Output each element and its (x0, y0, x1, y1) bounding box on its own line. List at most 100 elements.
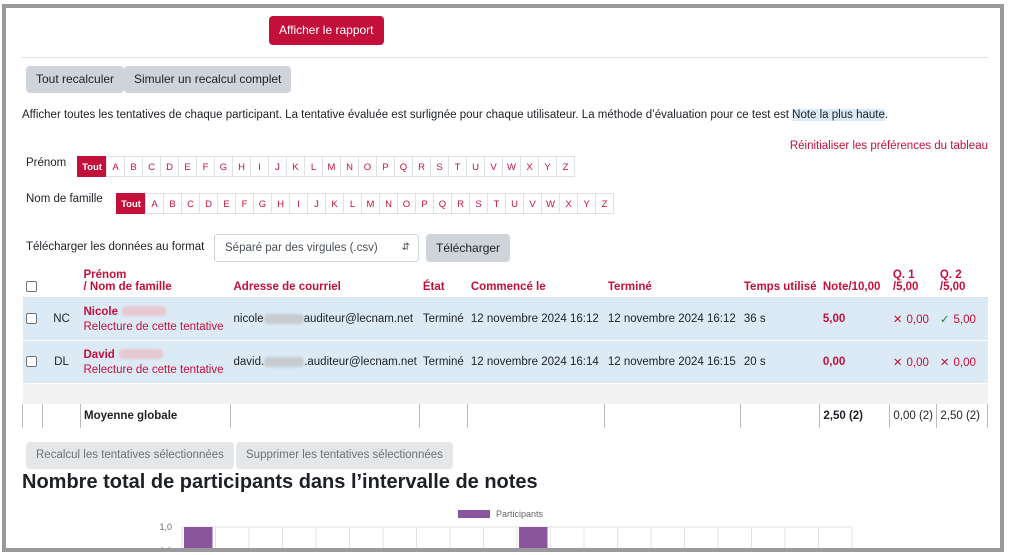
firstname-filter-n[interactable]: N (340, 156, 359, 177)
firstname-filter-h[interactable]: H (232, 156, 251, 177)
q1-cell[interactable]: ✕ 0,00 (889, 340, 937, 384)
grade-cell[interactable]: 5,00 (819, 297, 890, 341)
lastname-filter-k[interactable]: K (325, 193, 344, 214)
firstname-filter-l[interactable]: L (304, 156, 323, 177)
firstname-filter-z[interactable]: Z (556, 156, 575, 177)
time-cell: 36 s (740, 297, 820, 341)
grade-column-header[interactable]: Note/10,00 (819, 267, 890, 298)
firstname-filter-x[interactable]: X (520, 156, 539, 177)
delete-selected-button[interactable]: Supprimer les tentatives sélectionnées (236, 442, 453, 469)
lastname-filter-z[interactable]: Z (595, 193, 614, 214)
lastname-filter-o[interactable]: O (397, 193, 416, 214)
row-checkbox[interactable] (25, 356, 37, 368)
lastname-filter-j[interactable]: J (307, 193, 326, 214)
lastname-filter-f[interactable]: F (235, 193, 254, 214)
lastname-filter-c[interactable]: C (181, 193, 200, 214)
firstname-filter-b[interactable]: B (124, 156, 143, 177)
user-name-link[interactable]: Nicole (84, 306, 119, 318)
firstname-filter-d[interactable]: D (160, 156, 179, 177)
firstname-filter-k[interactable]: K (286, 156, 305, 177)
q1-label[interactable]: Q. 1 (893, 269, 915, 281)
lastname-filter-h[interactable]: H (271, 193, 290, 214)
finished-column-header[interactable]: Terminé (604, 267, 741, 298)
select-all-checkbox[interactable] (25, 281, 37, 293)
lastname-filter-i[interactable]: I (289, 193, 308, 214)
lastname-filter-w[interactable]: W (541, 193, 560, 214)
recalc-selected-button[interactable]: Recalcul les tentatives sélectionnées (26, 442, 234, 469)
firstname-filter-o[interactable]: O (358, 156, 377, 177)
simulate-recalc-button[interactable]: Simuler un recalcul complet (124, 66, 292, 93)
row-checkbox[interactable] (25, 313, 37, 325)
lastname-filter-t[interactable]: T (487, 193, 506, 214)
download-button[interactable]: Télécharger (426, 234, 511, 262)
lastname-filter-v[interactable]: V (523, 193, 542, 214)
recalc-all-button[interactable]: Tout recalculer (26, 66, 125, 93)
user-name-link[interactable]: David (84, 349, 115, 361)
reset-table-preferences-link[interactable]: Réinitialiser les préférences du tableau (790, 140, 988, 152)
firstname-filter-g[interactable]: G (214, 156, 233, 177)
lastname-column-header[interactable]: / Nom de famille (84, 281, 172, 293)
firstname-filter-s[interactable]: S (430, 156, 449, 177)
firstname-filter-p[interactable]: P (376, 156, 395, 177)
chart-bar (519, 527, 548, 548)
q2-max: /5,00 (939, 281, 966, 293)
q2-cell[interactable]: ✓ 5,00 (936, 297, 988, 341)
firstname-filter-j[interactable]: J (268, 156, 287, 177)
name-header[interactable]: Prénom / Nom de famille (80, 267, 231, 298)
firstname-column-header[interactable]: Prénom (84, 269, 127, 281)
q2-column-header[interactable]: Q. 2/5,00 (936, 267, 988, 298)
lastname-all-filter[interactable]: Tout (116, 193, 146, 214)
firstname-filter-t[interactable]: T (448, 156, 467, 177)
email-column-header[interactable]: Adresse de courriel (230, 267, 420, 298)
state-column-header[interactable]: État (419, 267, 468, 298)
lastname-filter-n[interactable]: N (379, 193, 398, 214)
lastname-filter-e[interactable]: E (217, 193, 236, 214)
firstname-filter-i[interactable]: I (250, 156, 269, 177)
lastname-filter-y[interactable]: Y (577, 193, 596, 214)
download-format-select[interactable]: Séparé par des virgules (.csv) ⇵ (214, 234, 419, 262)
table-header-row: Prénom / Nom de famille Adresse de courri… (22, 267, 988, 298)
grade-cell[interactable]: 0,00 (819, 340, 890, 384)
firstname-filter-r[interactable]: R (412, 156, 431, 177)
lastname-filter-q[interactable]: Q (433, 193, 452, 214)
row-select-cell (22, 297, 43, 341)
started-column-header[interactable]: Commencé le (467, 267, 605, 298)
spacer-row (22, 383, 988, 404)
lastname-filter-x[interactable]: X (559, 193, 578, 214)
q2-cell[interactable]: ✕ 0,00 (936, 340, 988, 384)
q1-value[interactable]: 0,00 (907, 357, 929, 369)
firstname-filter-v[interactable]: V (484, 156, 503, 177)
firstname-filter-c[interactable]: C (142, 156, 161, 177)
firstname-filter-w[interactable]: W (502, 156, 521, 177)
firstname-all-filter[interactable]: Tout (77, 156, 107, 177)
firstname-filter-e[interactable]: E (178, 156, 197, 177)
q2-value[interactable]: 5,00 (954, 314, 976, 326)
review-attempt-link[interactable]: Relecture de cette tentative (84, 364, 228, 376)
lastname-filter-b[interactable]: B (163, 193, 182, 214)
lastname-filter-m[interactable]: M (361, 193, 380, 214)
table-row: DL David Relecture de cette tentative dav… (22, 340, 988, 384)
firstname-filter-a[interactable]: A (106, 156, 125, 177)
time-cell: 20 s (740, 340, 820, 384)
firstname-filter-u[interactable]: U (466, 156, 485, 177)
q1-value[interactable]: 0,00 (907, 314, 929, 326)
q1-cell[interactable]: ✕ 0,00 (889, 297, 937, 341)
q2-value[interactable]: 0,00 (954, 357, 976, 369)
lastname-filter-p[interactable]: P (415, 193, 434, 214)
q1-column-header[interactable]: Q. 1/5,00 (889, 267, 937, 298)
firstname-filter-q[interactable]: Q (394, 156, 413, 177)
lastname-filter-g[interactable]: G (253, 193, 272, 214)
lastname-filter-s[interactable]: S (469, 193, 488, 214)
show-report-button[interactable]: Afficher le rapport (269, 16, 384, 45)
time-column-header[interactable]: Temps utilisé (740, 267, 820, 298)
lastname-filter-a[interactable]: A (145, 193, 164, 214)
lastname-filter-l[interactable]: L (343, 193, 362, 214)
lastname-filter-u[interactable]: U (505, 193, 524, 214)
firstname-filter-y[interactable]: Y (538, 156, 557, 177)
firstname-filter-m[interactable]: M (322, 156, 341, 177)
review-attempt-link[interactable]: Relecture de cette tentative (84, 321, 228, 333)
lastname-filter-r[interactable]: R (451, 193, 470, 214)
q2-label[interactable]: Q. 2 (940, 269, 962, 281)
firstname-filter-f[interactable]: F (196, 156, 215, 177)
lastname-filter-d[interactable]: D (199, 193, 218, 214)
